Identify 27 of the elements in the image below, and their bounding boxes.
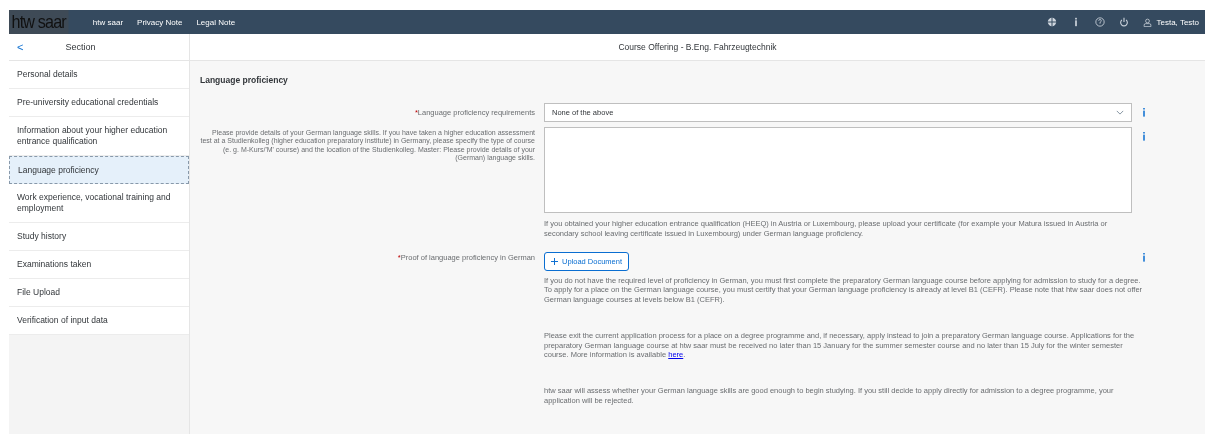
help-icon[interactable] [1095, 17, 1106, 27]
sidebar-item[interactable]: Pre-university educational credentials [9, 89, 189, 117]
text-area[interactable] [544, 127, 1132, 213]
user-icon [1143, 17, 1153, 27]
sidebar-item[interactable]: File Upload [9, 279, 189, 307]
sidebar-item[interactable]: Verification of input data [9, 307, 189, 335]
plus-icon [551, 257, 558, 265]
sidebar-item[interactable]: Work experience, vocational training and employment [9, 184, 189, 223]
info-icon[interactable] [1142, 132, 1146, 141]
nav-link[interactable]: Privacy Note [137, 17, 183, 27]
sidebar-item[interactable]: Personal details [9, 61, 189, 89]
sidebar-item[interactable]: Information about your higher education entrance qualification [9, 117, 189, 156]
info-icon[interactable] [1142, 252, 1146, 262]
user-menu[interactable]: Testa, Testo [1143, 17, 1199, 27]
sidebar-item[interactable]: Examinations taken [9, 251, 189, 279]
globe-icon[interactable] [1047, 17, 1058, 27]
sidebar-title: Section [65, 42, 96, 52]
sidebar-item[interactable]: Study history [9, 223, 189, 251]
back-button[interactable]: < [9, 41, 32, 53]
sidebar-item[interactable]: Language proficiency [9, 156, 189, 184]
chevron-down-icon [1116, 110, 1124, 115]
section-heading: Language proficiency [200, 75, 289, 85]
info-icon[interactable] [1142, 108, 1146, 117]
page-title: Course Offering - B.Eng. Fahrzeugtechnik [618, 42, 777, 52]
nav-link[interactable]: Legal Note [196, 17, 236, 27]
power-icon[interactable] [1119, 17, 1130, 27]
nav-link[interactable]: htw saar [92, 17, 124, 27]
